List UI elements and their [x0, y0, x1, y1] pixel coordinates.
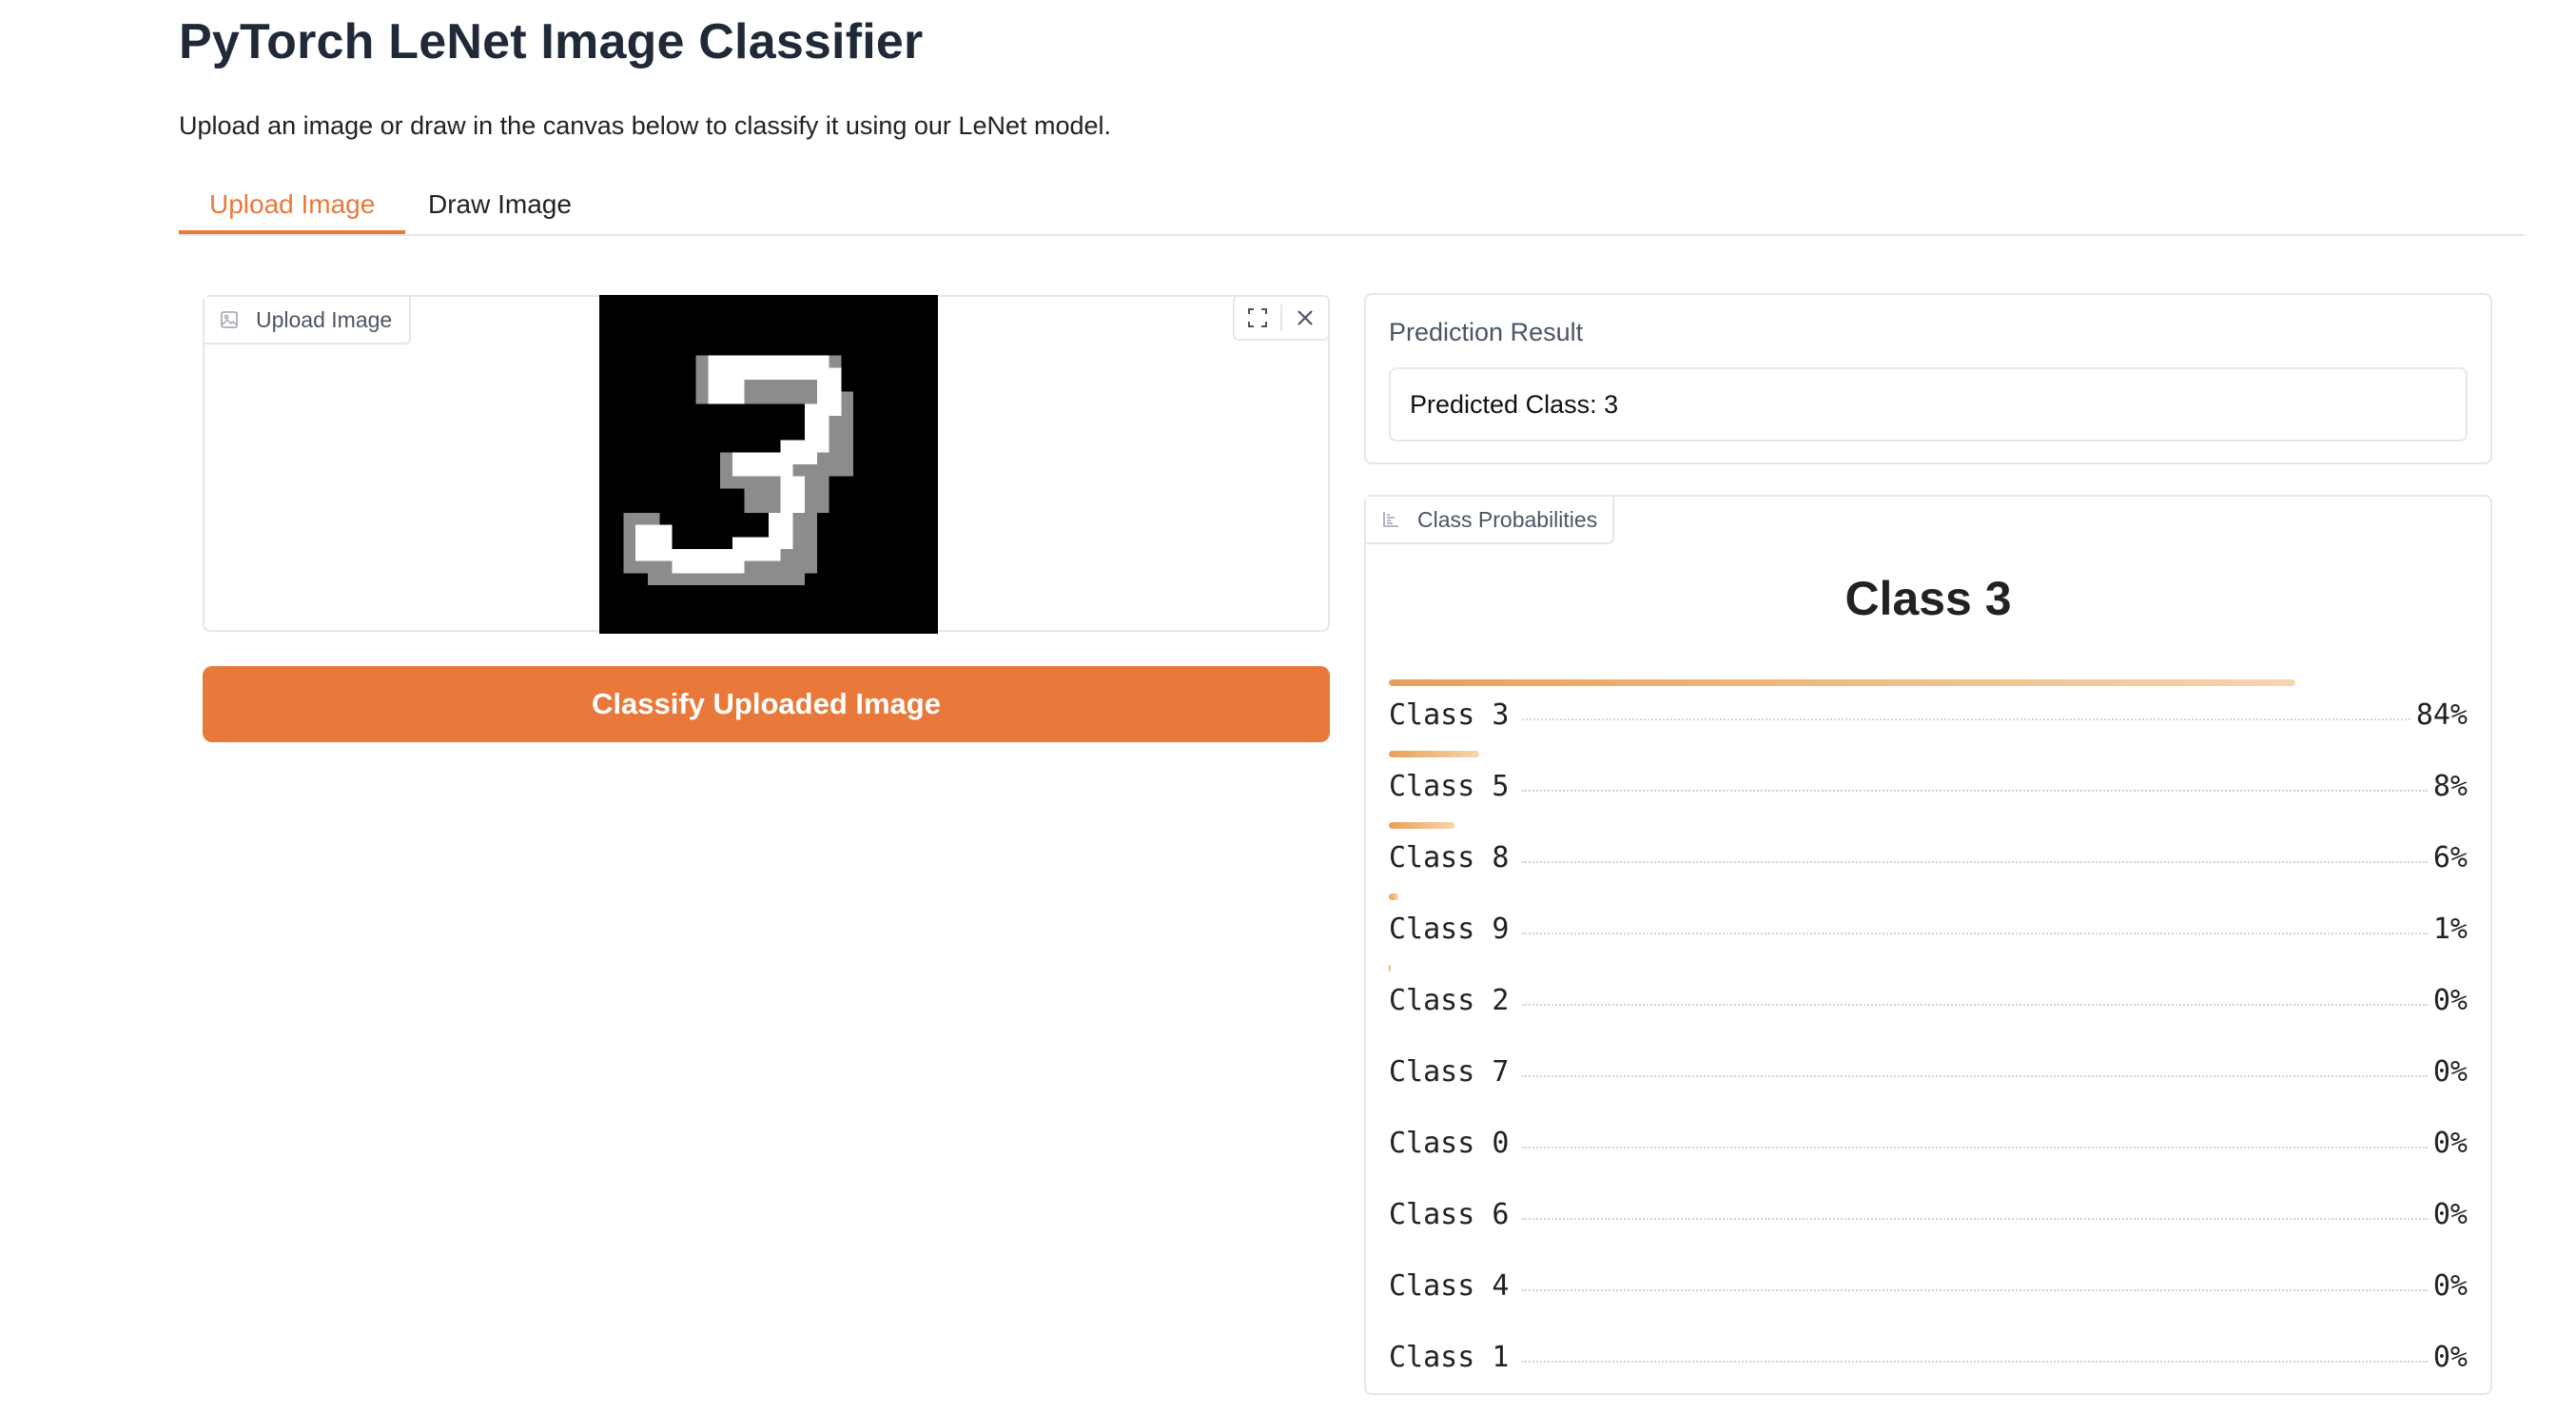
tab-bar: Upload Image Draw Image	[179, 179, 2525, 236]
probability-value: 0%	[2432, 1055, 2468, 1089]
digit-three-drawing	[599, 295, 938, 634]
probability-class-label: Class 1	[1389, 1341, 1510, 1374]
probability-row: Class 5 8%	[1389, 749, 2468, 820]
dotted-leader	[1522, 790, 2428, 792]
probability-value: 84%	[2415, 698, 2468, 732]
page-title: PyTorch LeNet Image Classifier	[179, 14, 924, 69]
bar-chart-icon	[1383, 512, 1398, 527]
class-probabilities-label-text: Class Probabilities	[1417, 506, 1598, 532]
probability-row: Class 8 6%	[1389, 820, 2468, 892]
clear-image-button[interactable]	[1282, 297, 1328, 339]
probability-class-label: Class 7	[1389, 1055, 1510, 1089]
probability-class-label: Class 6	[1389, 1198, 1510, 1231]
probability-value: 0%	[2432, 1198, 2468, 1231]
dotted-leader	[1522, 1004, 2428, 1006]
app-page: PyTorch LeNet Image Classifier Upload an…	[0, 0, 2576, 1414]
dotted-leader	[1522, 933, 2428, 934]
dotted-leader	[1522, 1218, 2428, 1220]
probability-line: Class 3 84%	[1389, 698, 2468, 732]
tab-upload-image[interactable]: Upload Image	[179, 179, 406, 234]
probability-row: Class 6 0%	[1389, 1177, 2468, 1248]
upload-image-panel[interactable]: Upload Image	[203, 295, 1330, 634]
probability-class-label: Class 8	[1389, 841, 1510, 874]
close-icon	[1298, 310, 1313, 325]
probability-value: 0%	[2432, 1269, 2468, 1303]
probability-class-label: Class 2	[1389, 984, 1510, 1017]
tab-draw-image[interactable]: Draw Image	[398, 179, 602, 234]
probability-bar	[1389, 965, 1391, 972]
probability-row: Class 7 0%	[1389, 1034, 2468, 1106]
probability-line: Class 9 1%	[1389, 913, 2468, 946]
fullscreen-button[interactable]	[1235, 297, 1280, 339]
class-probabilities-panel: Class Probabilities Class 3 Class 3 84% Cl…	[1364, 495, 2492, 1395]
probability-bar	[1389, 822, 1454, 829]
page-subtitle: Upload an image or draw in the canvas be…	[179, 111, 1112, 140]
probability-row: Class 2 0%	[1389, 963, 2468, 1034]
uploaded-digit-image	[599, 295, 938, 634]
probability-row: Class 3 84%	[1389, 678, 2468, 749]
probability-row: Class 0 0%	[1389, 1106, 2468, 1177]
probability-class-label: Class 0	[1389, 1127, 1510, 1160]
probability-class-label: Class 9	[1389, 913, 1510, 946]
probability-value: 6%	[2432, 841, 2468, 874]
image-toolbar	[1233, 295, 1330, 341]
probability-row: Class 4 0%	[1389, 1248, 2468, 1320]
probability-line: Class 5 8%	[1389, 770, 2468, 803]
probability-line: Class 8 6%	[1389, 841, 2468, 874]
dotted-leader	[1522, 1075, 2428, 1077]
probability-row: Class 9 1%	[1389, 892, 2468, 963]
image-icon	[221, 311, 238, 328]
probability-line: Class 6 0%	[1389, 1198, 2468, 1231]
top-class-heading: Class 3	[1844, 572, 2012, 625]
dotted-leader	[1522, 718, 2410, 720]
dotted-leader	[1522, 1361, 2428, 1363]
probability-line: Class 0 0%	[1389, 1127, 2468, 1160]
probability-bar	[1389, 679, 2295, 686]
upload-image-label: Upload Image	[205, 297, 412, 344]
classify-uploaded-image-button[interactable]: Classify Uploaded Image	[203, 666, 1330, 742]
upload-image-label-text: Upload Image	[256, 306, 393, 332]
probability-bar	[1389, 751, 1479, 757]
probability-line: Class 7 0%	[1389, 1055, 2468, 1089]
probability-list: Class 3 84% Class 5 8% Class 8 6% Class 9 1% Cla…	[1389, 678, 2468, 1391]
probability-bar	[1389, 894, 1398, 900]
dotted-leader	[1522, 1147, 2428, 1149]
dotted-leader	[1522, 1289, 2428, 1291]
probability-line: Class 1 0%	[1389, 1341, 2468, 1374]
probability-line: Class 2 0%	[1389, 984, 2468, 1017]
probability-row: Class 1 0%	[1389, 1320, 2468, 1391]
probability-value: 0%	[2432, 1341, 2468, 1374]
probability-value: 0%	[2432, 984, 2468, 1017]
probability-value: 1%	[2432, 913, 2468, 946]
class-probabilities-label: Class Probabilities	[1366, 497, 1615, 544]
probability-class-label: Class 3	[1389, 698, 1510, 732]
dotted-leader	[1522, 861, 2428, 863]
fullscreen-icon	[1248, 308, 1267, 327]
prediction-result-panel: Prediction Result Predicted Class: 3	[1364, 293, 2492, 464]
probability-line: Class 4 0%	[1389, 1269, 2468, 1303]
probability-value: 0%	[2432, 1127, 2468, 1160]
probability-class-label: Class 5	[1389, 770, 1510, 803]
probability-value: 8%	[2432, 770, 2468, 803]
prediction-result-textbox[interactable]: Predicted Class: 3	[1389, 367, 2468, 442]
prediction-result-label: Prediction Result	[1389, 318, 1584, 346]
probability-class-label: Class 4	[1389, 1269, 1510, 1303]
